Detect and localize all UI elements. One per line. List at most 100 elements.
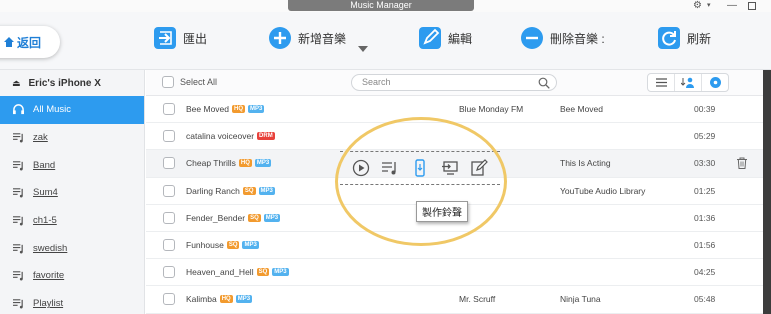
row-checkbox[interactable] (163, 103, 175, 116)
edit-label: 編輯 (448, 31, 473, 46)
format-badge: MP3 (258, 186, 275, 195)
select-all[interactable]: Select All (162, 76, 217, 88)
search-placeholder: Search (362, 77, 391, 87)
sidebar-item-swedish[interactable]: swedish (0, 234, 144, 262)
export-button[interactable]: 匯出 (153, 26, 207, 50)
format-badge: MP3 (248, 105, 265, 114)
back-button[interactable]: 返回 (0, 26, 60, 58)
search-input[interactable]: Search (351, 74, 557, 91)
add-to-playlist-icon[interactable] (381, 159, 399, 177)
row-checkbox[interactable] (163, 239, 175, 252)
song-duration: 01:25 (694, 185, 716, 196)
sidebar-item-band[interactable]: Band (0, 151, 144, 179)
sidebar-item-favorite[interactable]: favorite (0, 262, 144, 290)
row-checkbox[interactable] (163, 184, 175, 197)
song-title: Fender_Bender (186, 212, 246, 223)
sidebar-item-sum4[interactable]: Sum4 (0, 179, 144, 207)
quality-badge: SQ (256, 268, 270, 277)
playlist-icon (13, 160, 23, 171)
select-all-label: Select All (180, 77, 218, 87)
sidebar-item-all-music[interactable]: All Music (0, 96, 144, 124)
song-album: YouTube Audio Library (560, 185, 646, 196)
row-checkbox[interactable] (163, 293, 175, 306)
song-title: Heaven_and_Hell (186, 267, 254, 278)
song-duration: 01:56 (694, 240, 716, 251)
play-icon[interactable] (352, 159, 370, 177)
playlist-icon (13, 133, 23, 143)
sort-button[interactable] (675, 74, 702, 91)
media-button[interactable] (702, 74, 728, 91)
device-name: Eric's iPhone X (28, 77, 101, 89)
headphones-icon (13, 104, 24, 115)
song-duration: 03:30 (694, 158, 716, 169)
sidebar: ⏏ Eric's iPhone X All Music zak Band Sum… (0, 70, 145, 314)
song-title: Darling Ranch (186, 185, 240, 196)
trash-icon[interactable] (736, 157, 748, 170)
quality-badge: HQ (232, 105, 245, 114)
row-checkbox[interactable] (163, 157, 175, 170)
sidebar-item-playlist[interactable]: Playlist (0, 290, 144, 314)
chevron-down-icon[interactable]: ▾ (707, 0, 711, 12)
playlist-icon (13, 271, 23, 282)
sidebar-item-label: Playlist (33, 298, 64, 310)
refresh-icon (658, 27, 680, 49)
title-bar: Music Manager ⚙ ▾ — (0, 0, 771, 12)
table-row[interactable]: Funhouse SQ MP3 01:56 (146, 232, 771, 260)
song-album: This Is Acting (560, 158, 611, 169)
format-badge: MP3 (235, 295, 253, 304)
minimize-button[interactable]: — (727, 0, 737, 12)
song-title: Kalimba (186, 294, 217, 305)
playlist-icon (13, 244, 23, 254)
sidebar-item-label: All Music (33, 104, 72, 116)
song-duration: 00:39 (694, 104, 716, 115)
row-checkbox[interactable] (163, 211, 175, 224)
edit-icon[interactable] (470, 159, 489, 177)
search-icon[interactable] (538, 77, 550, 89)
song-duration: 01:36 (694, 212, 716, 223)
select-all-checkbox[interactable] (162, 76, 174, 88)
delete-music-button[interactable]: 刪除音樂 : (520, 26, 605, 50)
row-checkbox[interactable] (163, 130, 175, 143)
sidebar-item-label: zak (33, 132, 48, 144)
drm-badge: DRM (257, 132, 275, 141)
quality-badge: HQ (219, 295, 233, 304)
song-album: Bee Moved (560, 104, 603, 115)
back-label: 返回 (17, 35, 42, 50)
edit-icon (419, 27, 441, 49)
disc-icon (709, 77, 721, 88)
settings-icon[interactable]: ⚙ (693, 0, 702, 12)
add-dropdown-arrow[interactable] (358, 46, 368, 52)
maximize-button[interactable] (748, 2, 756, 10)
window-edge (763, 70, 771, 314)
quality-badge: HQ (238, 159, 252, 168)
sidebar-item-ch1-5[interactable]: ch1-5 (0, 207, 144, 235)
quality-badge: SQ (226, 241, 240, 250)
person-icon (681, 77, 694, 88)
table-row[interactable]: Kalimba HQ MP3 Mr. Scruff Ninja Tuna 05:48 (146, 286, 771, 314)
phone-icon[interactable] (411, 159, 429, 177)
song-title: Bee Moved (186, 104, 229, 115)
quality-badge: SQ (248, 213, 261, 222)
device-selector[interactable]: ⏏ Eric's iPhone X (0, 70, 144, 96)
eject-icon[interactable]: ⏏ (12, 78, 21, 89)
add-music-label: 新增音樂 (298, 31, 347, 46)
list-view-button[interactable] (648, 74, 675, 91)
sidebar-item-label: ch1-5 (33, 215, 57, 227)
table-row[interactable]: catalina voiceover DRM 05:29 (146, 123, 771, 151)
table-row[interactable]: Bee Moved HQ MP3 Blue Monday FM Bee Moved … (146, 96, 771, 124)
song-album: Ninja Tuna (560, 294, 601, 305)
export-icon (154, 27, 176, 49)
export-to-pc-icon[interactable] (441, 159, 459, 177)
window-title: Music Manager (288, 0, 474, 11)
format-badge: MP3 (263, 213, 281, 222)
refresh-button[interactable]: 刷新 (657, 26, 711, 50)
edit-button[interactable]: 編輯 (418, 26, 472, 50)
sidebar-item-zak[interactable]: zak (0, 124, 144, 152)
add-music-button[interactable]: 新增音樂 (268, 26, 346, 50)
song-title: Cheap Thrills (186, 158, 236, 169)
song-artist: Mr. Scruff (459, 294, 496, 305)
song-artist: Blue Monday FM (459, 104, 524, 115)
row-checkbox[interactable] (163, 266, 175, 279)
table-row[interactable]: Heaven_and_Hell SQ MP3 04:25 (146, 259, 771, 287)
song-duration: 05:29 (694, 131, 716, 142)
